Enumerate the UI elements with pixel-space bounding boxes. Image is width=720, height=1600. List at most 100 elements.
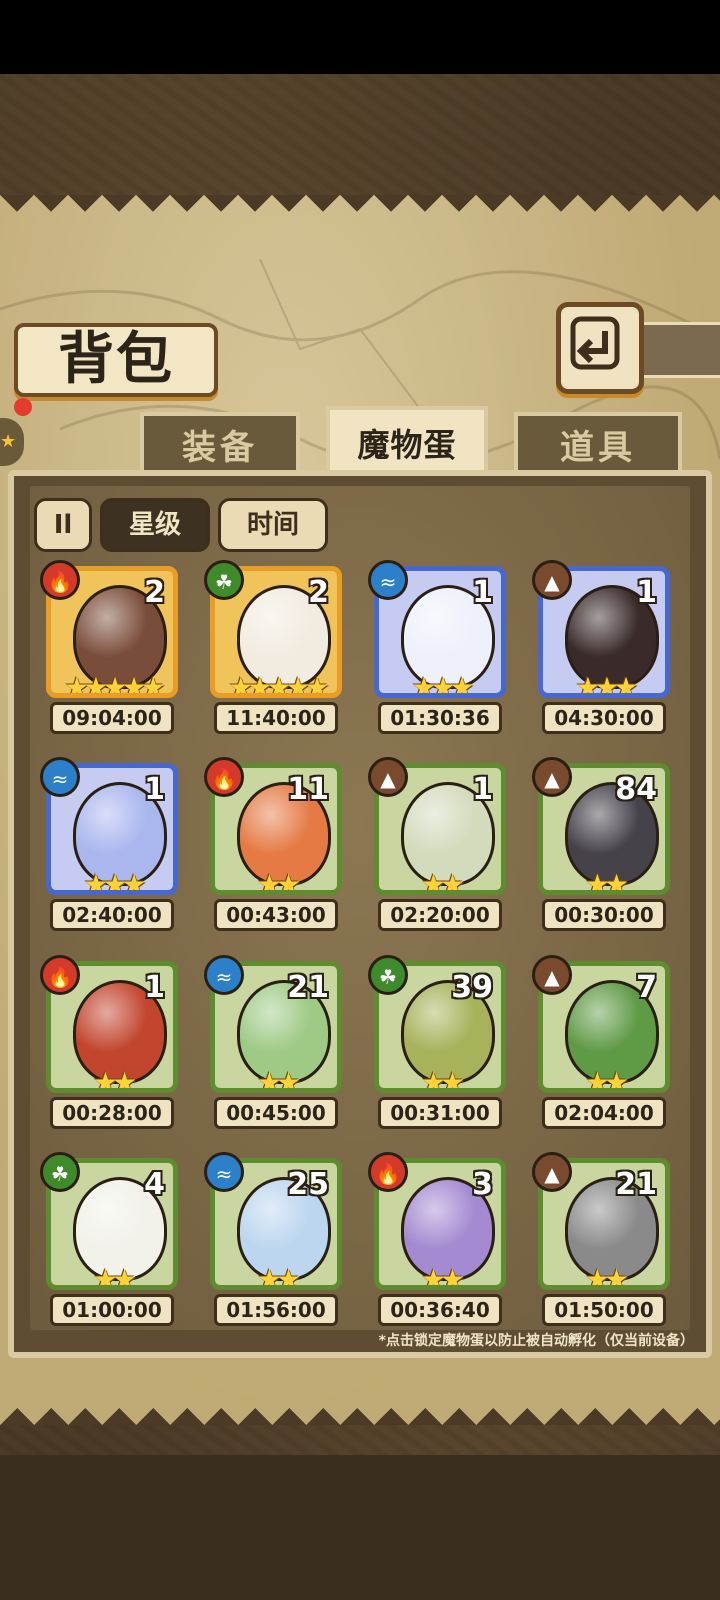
egg-count: 39 <box>451 970 493 1005</box>
egg-stars: ★★★★★ <box>64 671 166 698</box>
egg-card[interactable]: 84 ★★ ▲ 00:30:00 <box>532 757 670 945</box>
egg-timer: 04:30:00 <box>542 702 666 734</box>
egg-timer: 01:56:00 <box>214 1294 338 1326</box>
earth-icon: ▲ <box>532 1152 572 1192</box>
egg-count: 21 <box>287 970 329 1005</box>
leaf-icon: ☘ <box>204 560 244 600</box>
leaf-icon: ☘ <box>368 955 408 995</box>
egg-count: 1 <box>472 575 493 610</box>
egg-count: 3 <box>472 1167 493 1202</box>
egg-stars: ★★ <box>256 1066 301 1093</box>
tab-label: 装备 <box>182 428 258 468</box>
egg-stars: ★★ <box>92 1263 137 1290</box>
egg-count: 21 <box>615 1167 657 1202</box>
back-arrow-icon <box>570 316 620 370</box>
egg-count: 1 <box>144 970 165 1005</box>
sort-order-toggle[interactable]: Il <box>34 498 92 552</box>
egg-stars: ★★ <box>584 1066 629 1093</box>
egg-stars: ★★ <box>584 1263 629 1290</box>
egg-timer: 00:45:00 <box>214 1097 338 1129</box>
egg-timer: 09:04:00 <box>50 702 174 734</box>
sort-time-label: 时间 <box>246 510 299 540</box>
egg-count: 4 <box>144 1167 165 1202</box>
egg-timer: 01:50:00 <box>542 1294 666 1326</box>
sort-star-label: 星级 <box>128 510 181 540</box>
egg-count: 25 <box>287 1167 329 1202</box>
fire-icon: 🔥 <box>204 757 244 797</box>
egg-stars: ★★ <box>584 868 629 895</box>
water-icon: ≈ <box>368 560 408 600</box>
egg-stars: ★★ <box>256 1263 301 1290</box>
egg-card[interactable]: 7 ★★ ▲ 02:04:00 <box>532 955 670 1143</box>
earth-icon: ▲ <box>368 757 408 797</box>
egg-stars: ★★★ <box>575 671 638 698</box>
egg-count: 1 <box>472 772 493 807</box>
egg-card[interactable]: 4 ★★ ☘ 01:00:00 <box>40 1152 178 1340</box>
earth-icon: ▲ <box>532 560 572 600</box>
egg-count: 1 <box>144 772 165 807</box>
egg-stars: ★★★ <box>83 868 146 895</box>
leaf-icon: ☘ <box>40 1152 80 1192</box>
egg-timer: 00:36:40 <box>378 1294 502 1326</box>
fire-icon: 🔥 <box>40 955 80 995</box>
egg-timer: 01:30:36 <box>378 702 502 734</box>
tab-label: 魔物蛋 <box>357 426 457 464</box>
back-button[interactable] <box>556 302 644 394</box>
water-icon: ≈ <box>204 1152 244 1192</box>
zigzag-top <box>0 195 720 229</box>
tab-equipment[interactable]: 装备 <box>140 412 300 474</box>
page-title: 背包 <box>58 326 174 392</box>
egg-card[interactable]: 21 ★★ ≈00:45:00 <box>204 955 342 1143</box>
egg-timer: 02:20:00 <box>378 899 502 931</box>
egg-card[interactable]: 2 ★★★★★ 🔥 09:04:00 <box>40 560 178 748</box>
water-icon: ≈ <box>204 955 244 995</box>
water-icon: ≈ <box>40 757 80 797</box>
egg-timer: 00:43:00 <box>214 899 338 931</box>
egg-count: 11 <box>287 772 329 807</box>
notification-dot <box>14 398 32 416</box>
tab-label: 道具 <box>560 428 636 468</box>
egg-card[interactable]: 3 ★★ 🔥 00:36:40 <box>368 1152 506 1340</box>
egg-card[interactable]: 1 ★★★ ≈02:40:00 <box>40 757 178 945</box>
egg-count: 1 <box>636 575 657 610</box>
egg-card[interactable]: 1 ★★ 🔥 00:28:00 <box>40 955 178 1143</box>
egg-count: 2 <box>308 575 329 610</box>
fire-icon: 🔥 <box>368 1152 408 1192</box>
egg-stars: ★★ <box>256 868 301 895</box>
tab-monster-egg[interactable]: 魔物蛋 <box>326 406 488 474</box>
egg-count: 84 <box>615 772 657 807</box>
egg-card[interactable]: 11 ★★ 🔥 00:43:00 <box>204 757 342 945</box>
egg-timer: 11:40:00 <box>214 702 338 734</box>
egg-card[interactable]: 39 ★★ ☘ 00:31:00 <box>368 955 506 1143</box>
earth-icon: ▲ <box>532 955 572 995</box>
egg-timer: 02:40:00 <box>50 899 174 931</box>
egg-card[interactable]: 2 ★★★★★ ☘ 11:40:00 <box>204 560 342 748</box>
egg-timer: 01:00:00 <box>50 1294 174 1326</box>
egg-stars: ★★ <box>92 1066 137 1093</box>
egg-card[interactable]: 1 ★★ ▲ 02:20:00 <box>368 757 506 945</box>
egg-card[interactable]: 1 ★★★ ≈01:30:36 <box>368 560 506 748</box>
sort-by-star-button[interactable]: 星级 <box>100 498 210 552</box>
status-bar-area <box>0 0 720 74</box>
egg-timer: 00:30:00 <box>542 899 666 931</box>
zigzag-bottom <box>0 1391 720 1425</box>
sort-order-icon: Il <box>53 510 73 540</box>
tab-items[interactable]: 道具 <box>514 412 682 474</box>
egg-stars: ★★ <box>420 1066 465 1093</box>
sort-by-time-button[interactable]: 时间 <box>218 498 328 552</box>
fire-icon: 🔥 <box>40 560 80 600</box>
egg-card[interactable]: 1 ★★★ ▲ 04:30:00 <box>532 560 670 748</box>
egg-card[interactable]: 25 ★★ ≈01:56:00 <box>204 1152 342 1340</box>
earth-icon: ▲ <box>532 757 572 797</box>
egg-timer: 02:04:00 <box>542 1097 666 1129</box>
page-title-box: 背包 <box>14 323 218 397</box>
lock-hint-text: *点击锁定魔物蛋以防止被自动孵化（仅当前设备） <box>378 1333 694 1349</box>
egg-card[interactable]: 21 ★★ ▲ 01:50:00 <box>532 1152 670 1340</box>
egg-stars: ★★ <box>420 1263 465 1290</box>
egg-stars: ★★★★★ <box>228 671 330 698</box>
egg-count: 7 <box>636 970 657 1005</box>
egg-timer: 00:31:00 <box>378 1097 502 1129</box>
egg-stars: ★★★ <box>411 671 474 698</box>
egg-timer: 00:28:00 <box>50 1097 174 1129</box>
bottom-map-area <box>0 1455 720 1600</box>
